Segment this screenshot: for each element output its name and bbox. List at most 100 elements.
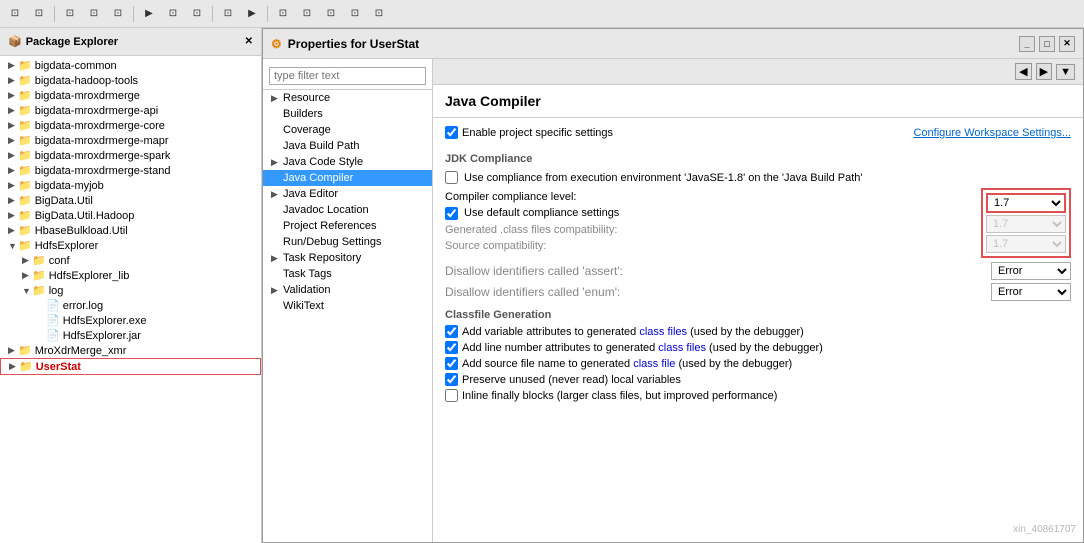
- nav-item[interactable]: ▶Task Repository: [263, 250, 432, 266]
- tree-item[interactable]: ▼📁log: [0, 283, 261, 298]
- disallow-enum-row: Disallow identifiers called 'enum': Erro…: [445, 283, 1071, 301]
- package-explorer-header: 📦 Package Explorer ✕: [0, 28, 261, 56]
- classfile-items: Add variable attributes to generated cla…: [445, 325, 1071, 402]
- tree-item[interactable]: ▶📁bigdata-common: [0, 58, 261, 73]
- toolbar-btn-15[interactable]: ⊡: [368, 3, 390, 25]
- toolbar-btn-7[interactable]: ⊡: [162, 3, 184, 25]
- nav-item[interactable]: Builders: [263, 106, 432, 122]
- nav-dropdown-button[interactable]: ▼: [1056, 64, 1075, 80]
- toolbar-sep-2: [133, 6, 134, 22]
- nav-item-label: Task Repository: [283, 252, 361, 264]
- toolbar-btn-11[interactable]: ⊡: [272, 3, 294, 25]
- nav-item[interactable]: Run/Debug Settings: [263, 234, 432, 250]
- compliance-selects-box: 1.7 1.6 1.8 1.7 1.7: [981, 188, 1071, 258]
- tree-item-label: bigdata-mroxdrmerge-spark: [35, 150, 171, 162]
- package-explorer-panel: 📦 Package Explorer ✕ ▶📁bigdata-common▶📁b…: [0, 28, 262, 543]
- source-compat-select[interactable]: 1.7: [986, 235, 1066, 253]
- folder-icon: 📁: [32, 269, 46, 282]
- folder-icon: 📁: [32, 254, 46, 267]
- classfile-checkbox-3[interactable]: [445, 373, 458, 386]
- classfile-checkbox-2[interactable]: [445, 357, 458, 370]
- classfile-label-1: Add line number attributes to generated …: [462, 342, 823, 354]
- use-compliance-checkbox[interactable]: [445, 171, 458, 184]
- tree-item[interactable]: 📄HdfsExplorer.exe: [0, 313, 261, 328]
- expand-arrow-icon: ▶: [8, 105, 18, 116]
- tree-item[interactable]: ▶📁bigdata-mroxdrmerge-core: [0, 118, 261, 133]
- toolbar-btn-5[interactable]: ⊡: [107, 3, 129, 25]
- classfile-checkbox-4[interactable]: [445, 389, 458, 402]
- folder-icon: 📁: [18, 209, 32, 222]
- nav-item[interactable]: Coverage: [263, 122, 432, 138]
- compiler-compliance-select[interactable]: 1.7 1.6 1.8: [986, 193, 1066, 213]
- nav-item[interactable]: WikiText: [263, 298, 432, 314]
- toolbar-btn-14[interactable]: ⊡: [344, 3, 366, 25]
- enable-project-specific-checkbox[interactable]: [445, 126, 458, 139]
- tree-item[interactable]: ▶📁HbaseBulkload.Util: [0, 223, 261, 238]
- expand-arrow-icon: ▶: [22, 270, 32, 281]
- classfile-section-title: Classfile Generation: [445, 309, 1071, 321]
- toolbar-btn-9[interactable]: ⊡: [217, 3, 239, 25]
- toolbar-btn-6[interactable]: ▶: [138, 3, 160, 25]
- classfile-checkbox-0[interactable]: [445, 325, 458, 338]
- tree-item[interactable]: 📄HdfsExplorer.jar: [0, 328, 261, 343]
- classfile-check-row: Add variable attributes to generated cla…: [445, 325, 1071, 338]
- toolbar-btn-3[interactable]: ⊡: [59, 3, 81, 25]
- nav-item[interactable]: Project References: [263, 218, 432, 234]
- dialog-title: Properties for UserStat: [288, 37, 419, 51]
- back-button[interactable]: ◀: [1015, 63, 1031, 80]
- tree-item[interactable]: ▶📁BigData.Util.Hadoop: [0, 208, 261, 223]
- tree-item[interactable]: ▼📁HdfsExplorer: [0, 238, 261, 253]
- nav-filter-input[interactable]: [269, 67, 426, 85]
- classfile-section: Classfile Generation Add variable attrib…: [445, 309, 1071, 402]
- minimize-button[interactable]: _: [1019, 36, 1035, 52]
- use-default-compliance-checkbox[interactable]: [445, 207, 458, 220]
- tree-item[interactable]: ▶📁BigData.Util: [0, 193, 261, 208]
- tree-item[interactable]: ▶📁bigdata-myjob: [0, 178, 261, 193]
- close-button[interactable]: ✕: [1059, 36, 1075, 52]
- nav-item[interactable]: ▶Java Editor: [263, 186, 432, 202]
- tree-item[interactable]: ▶📁conf: [0, 253, 261, 268]
- package-explorer-close-icon[interactable]: ✕: [245, 36, 253, 47]
- toolbar-btn-12[interactable]: ⊡: [296, 3, 318, 25]
- tree-item[interactable]: 📄error.log: [0, 298, 261, 313]
- toolbar-btn-13[interactable]: ⊡: [320, 3, 342, 25]
- folder-icon: 📁: [18, 239, 32, 252]
- toolbar-btn-10[interactable]: ▶: [241, 3, 263, 25]
- tree-item[interactable]: ▶📁bigdata-mroxdrmerge-spark: [0, 148, 261, 163]
- tree-item[interactable]: ▶📁HdfsExplorer_lib: [0, 268, 261, 283]
- tree-item[interactable]: ▶📁bigdata-mroxdrmerge-api: [0, 103, 261, 118]
- toolbar-btn-8[interactable]: ⊡: [186, 3, 208, 25]
- nav-item[interactable]: Task Tags: [263, 266, 432, 282]
- classfile-checkbox-1[interactable]: [445, 341, 458, 354]
- java-build-path-link[interactable]: 'Java Build Path': [782, 172, 863, 184]
- nav-item[interactable]: ▶Java Code Style: [263, 154, 432, 170]
- tree-item[interactable]: ▶📁UserStat: [0, 358, 261, 375]
- forward-button[interactable]: ▶: [1036, 63, 1052, 80]
- configure-workspace-link[interactable]: Configure Workspace Settings...: [913, 127, 1071, 139]
- nav-item[interactable]: ▶Resource: [263, 90, 432, 106]
- file-icon: 📄: [46, 314, 60, 327]
- tree-item-label: bigdata-mroxdrmerge: [35, 90, 140, 102]
- generated-class-select[interactable]: 1.7: [986, 215, 1066, 233]
- nav-item[interactable]: ▶Validation: [263, 282, 432, 298]
- toolbar-btn-1[interactable]: ⊡: [4, 3, 26, 25]
- nav-item[interactable]: Java Compiler: [263, 170, 432, 186]
- toolbar-btn-4[interactable]: ⊡: [83, 3, 105, 25]
- disallow-assert-select[interactable]: Error Warning Ignore: [991, 262, 1071, 280]
- nav-item[interactable]: Javadoc Location: [263, 202, 432, 218]
- tree-item[interactable]: ▶📁bigdata-mroxdrmerge-stand: [0, 163, 261, 178]
- tree-item[interactable]: ▶📁bigdata-hadoop-tools: [0, 73, 261, 88]
- tree-item[interactable]: ▶📁bigdata-mroxdrmerge: [0, 88, 261, 103]
- source-compat-label: Source compatibility:: [445, 240, 725, 252]
- tree-item[interactable]: ▶📁bigdata-mroxdrmerge-mapr: [0, 133, 261, 148]
- tree-item[interactable]: ▶📁MroXdrMerge_xmr: [0, 343, 261, 358]
- watermark: xin_40861707: [1013, 524, 1076, 535]
- toolbar-btn-2[interactable]: ⊡: [28, 3, 50, 25]
- disallow-enum-select[interactable]: Error Warning Ignore: [991, 283, 1071, 301]
- expand-arrow-icon: ▶: [22, 255, 32, 266]
- nav-item[interactable]: Java Build Path: [263, 138, 432, 154]
- maximize-button[interactable]: □: [1039, 36, 1055, 52]
- folder-icon: 📁: [18, 119, 32, 132]
- content-nav-toolbar: ◀ ▶ ▼: [433, 59, 1083, 85]
- compliance-level-container: Compiler compliance level: Use default c…: [445, 188, 1071, 258]
